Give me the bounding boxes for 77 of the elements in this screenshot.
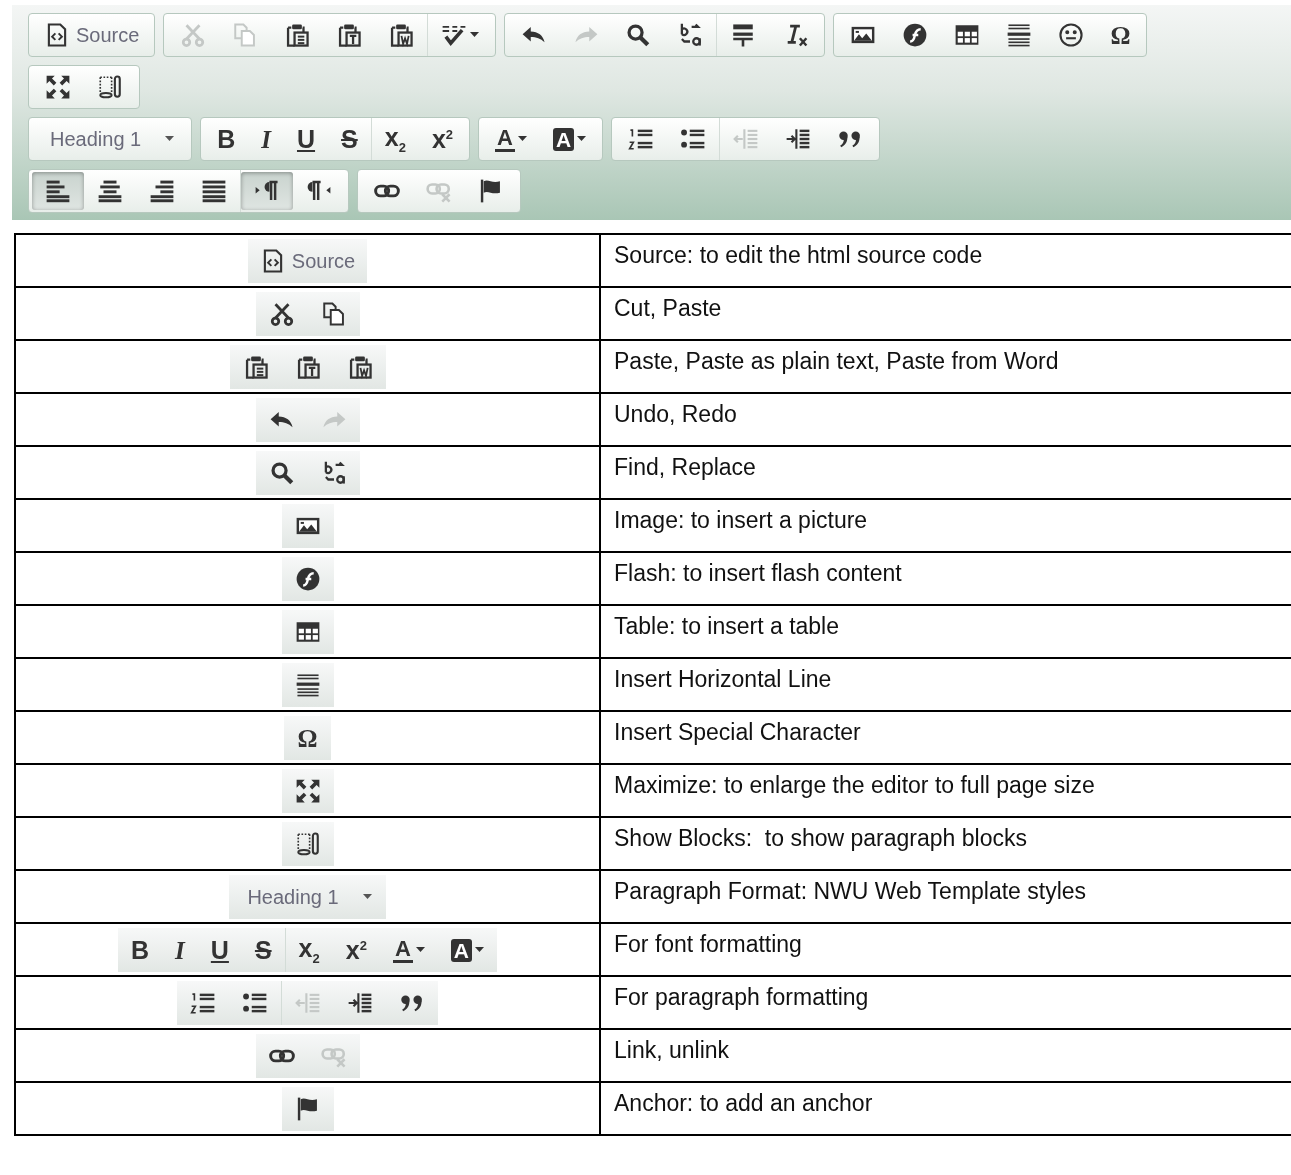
- description-text: Source: to edit the html source code: [613, 241, 984, 269]
- description-text: Undo, Redo: [613, 400, 738, 428]
- description-text: For paragraph formatting: [613, 983, 870, 1011]
- superscript-button[interactable]: x$^{2}$: [418, 120, 466, 158]
- clipboard-word-icon: [388, 22, 415, 48]
- maximize-icon: [294, 778, 321, 804]
- source-button[interactable]: Source: [32, 16, 152, 54]
- show-blocks-icon: [97, 74, 123, 100]
- text-color-button[interactable]: A: [379, 931, 438, 969]
- show-blocks-icon: [294, 831, 321, 857]
- align-right-icon: [149, 178, 175, 204]
- underline-button[interactable]: U: [197, 931, 242, 969]
- text-color-button[interactable]: A: [482, 120, 540, 158]
- caret-icon: [362, 894, 372, 900]
- italic-button[interactable]: I: [248, 120, 284, 158]
- italic-button[interactable]: I: [162, 931, 198, 969]
- clipboard-icon: [284, 22, 311, 48]
- special-character-button[interactable]: Ω: [284, 719, 331, 757]
- align-center-icon: [97, 178, 123, 204]
- subscript-button[interactable]: x$_{2}$: [285, 931, 333, 969]
- description-text: Show Blocks: to show paragraph blocks: [613, 824, 1028, 852]
- maximize-icon: [45, 74, 71, 100]
- format-dropdown[interactable]: Heading 1: [229, 878, 386, 916]
- flash-icon: [902, 22, 929, 48]
- special-character-button[interactable]: Ω: [1097, 16, 1144, 54]
- toolbar-button[interactable]: [32, 172, 84, 210]
- strikethrough-button[interactable]: S: [241, 931, 285, 969]
- copy-icon: [320, 301, 347, 327]
- numbered-list-icon: [190, 990, 216, 1016]
- clipboard-text-icon: [336, 22, 363, 48]
- description-text: Anchor: to add an anchor: [613, 1089, 874, 1117]
- format-dropdown[interactable]: Heading 1: [32, 120, 189, 158]
- search-icon: [268, 460, 295, 486]
- description-text: Link, unlink: [613, 1036, 731, 1064]
- description-text: Paste, Paste as plain text, Paste from Word: [613, 347, 1060, 375]
- description-text: For font formatting: [613, 930, 803, 958]
- description-text: Insert Horizontal Line: [613, 665, 833, 693]
- scissors-icon: [180, 22, 207, 48]
- background-color-button[interactable]: A: [539, 120, 600, 158]
- indent-icon: [785, 126, 812, 152]
- description-text: Maximize: to enlarge the editor to full page size: [613, 771, 1096, 799]
- justify-icon: [201, 178, 227, 204]
- horizontal-line-icon: [1006, 22, 1033, 48]
- description-text: Image: to insert a picture: [613, 506, 869, 534]
- caret-icon: [517, 136, 527, 142]
- search-icon: [625, 22, 652, 48]
- indent-icon: [347, 990, 373, 1016]
- scissors-icon: [268, 301, 295, 327]
- bold-button[interactable]: B: [204, 120, 249, 158]
- caret-icon: [415, 947, 425, 953]
- description-text: Cut, Paste: [613, 294, 723, 322]
- subscript-button[interactable]: x$_{2}$: [371, 120, 419, 158]
- superscript-button[interactable]: x$^{2}$: [332, 931, 380, 969]
- outdent-icon: [733, 126, 760, 152]
- table-icon: [294, 619, 321, 645]
- underline-button[interactable]: U: [284, 120, 329, 158]
- strikethrough-button[interactable]: S: [328, 120, 371, 158]
- table-icon: [954, 22, 981, 48]
- source-button[interactable]: Source: [247, 242, 368, 280]
- caret-icon: [577, 136, 587, 142]
- toolbar-button[interactable]: [241, 172, 293, 210]
- description-text: Paragraph Format: NWU Web Template styles: [613, 877, 1088, 905]
- description-text: Table: to insert a table: [613, 612, 841, 640]
- align-left-icon: [45, 178, 71, 204]
- description-text: Insert Special Character: [613, 718, 862, 746]
- horizontal-line-icon: [294, 672, 321, 698]
- caret-icon: [470, 32, 480, 38]
- bold-button[interactable]: B: [118, 931, 163, 969]
- smiley-icon: [1058, 22, 1085, 48]
- outdent-icon: [295, 990, 321, 1016]
- caret-icon: [165, 136, 175, 142]
- description-text: Flash: to insert flash content: [613, 559, 903, 587]
- flash-icon: [294, 566, 321, 592]
- caret-icon: [474, 947, 484, 953]
- numbered-list-icon: [628, 126, 655, 152]
- description-text: Find, Replace: [613, 453, 757, 481]
- background-color-button[interactable]: A: [437, 931, 497, 969]
